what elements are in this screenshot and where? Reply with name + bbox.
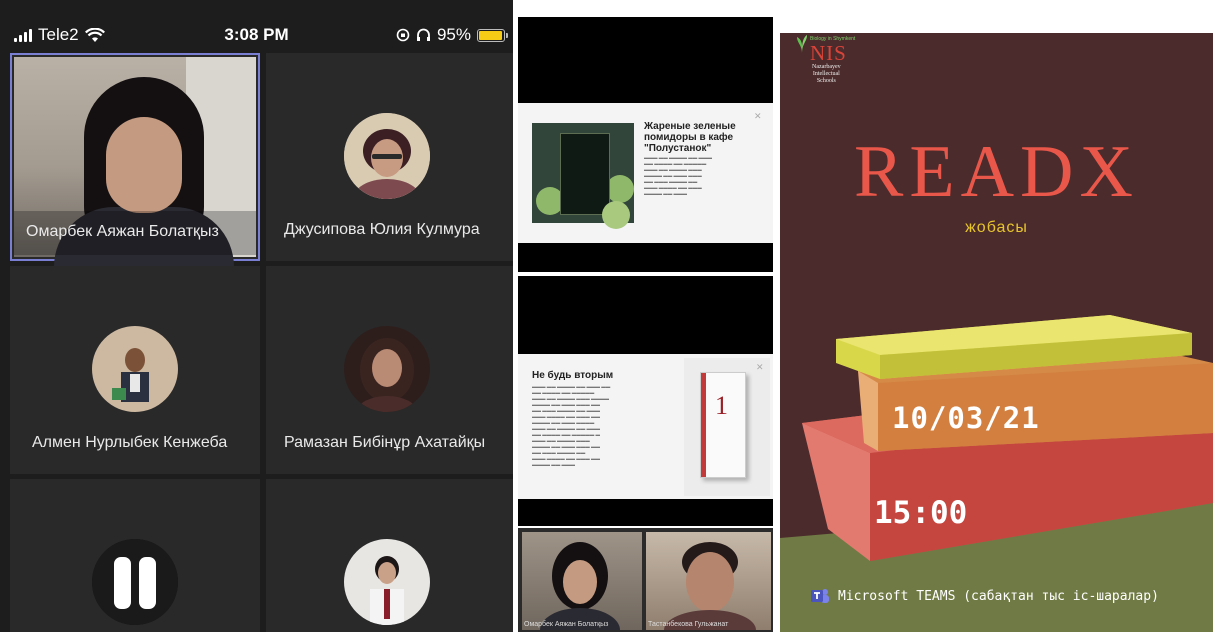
- book-image: 1: [684, 358, 770, 496]
- slide-title: Жареные зеленые помидоры в кафе "Полуста…: [644, 121, 736, 154]
- participant-tile[interactable]: Джусипова Юлия Кулмура: [266, 53, 513, 261]
- status-icons: 95%: [396, 25, 508, 45]
- poster-background: Biology in Shymkent NIS Nazarbayev Intel…: [780, 33, 1213, 632]
- close-icon[interactable]: ✕: [754, 111, 762, 122]
- shared-content-column: Жареные зеленые помидоры в кафе "Полуста…: [518, 0, 773, 632]
- participant-name: Алмен Нурлыбек Кенжеба: [32, 434, 228, 451]
- participant-tile[interactable]: Рамазан Бибінұр Ахатайқы: [266, 266, 513, 474]
- book-slide[interactable]: Не будь вторым ▬▬▬ ▬▬ ▬▬▬▬ ▬▬ ▬▬▬ ▬▬ ▬▬ ▬…: [518, 354, 773, 499]
- event-date: 10/03/21: [892, 401, 1040, 435]
- platform-line: Microsoft TEAMS (сабақтан тыс іс-шаралар…: [810, 586, 1159, 606]
- slide-body: ▬▬▬ ▬▬ ▬▬▬▬ ▬▬ ▬▬▬ ▬▬ ▬▬ ▬▬▬▬ ▬▬ ▬▬▬▬▬ ▬▬▬…: [532, 384, 611, 467]
- participant-tile[interactable]: [266, 479, 513, 632]
- teams-icon: [811, 589, 829, 603]
- slide-title: Не будь вторым: [532, 370, 614, 381]
- participant-name: Омарбек Аяжан Болатқыз: [26, 223, 219, 240]
- battery-fill: [479, 30, 502, 40]
- close-icon[interactable]: ✕: [756, 362, 764, 373]
- book-cover-number: 1: [715, 391, 728, 420]
- book-image: [532, 123, 634, 229]
- book-stack-illustration: [780, 315, 1213, 632]
- book-slide[interactable]: Жареные зеленые помидоры в кафе "Полуста…: [518, 103, 773, 243]
- headphones-icon: [416, 28, 430, 41]
- avatar: [92, 326, 178, 412]
- avatar: [92, 539, 178, 625]
- avatar: [344, 326, 430, 412]
- battery-percent: 95%: [436, 25, 471, 44]
- avatar: [344, 113, 430, 199]
- participant-name: Джусипова Юлия Кулмура: [284, 221, 480, 238]
- participant-tile[interactable]: [10, 479, 260, 632]
- event-poster: Biology in Shymkent NIS Nazarbayev Intel…: [780, 0, 1213, 632]
- participant-tile[interactable]: Омарбек Аяжан Болатқыз: [10, 53, 260, 267]
- video-thumbnails: Омарбек Аяжан Болатқыз Тастанбекова Гуль…: [518, 528, 773, 632]
- slide-body: ▬▬▬ ▬▬ ▬▬▬▬ ▬▬ ▬▬▬ ▬▬ ▬▬▬▬ ▬▬ ▬▬▬▬▬ ▬▬▬ ▬▬…: [644, 155, 713, 196]
- battery-icon: [477, 28, 508, 42]
- thumbnail-name: Омарбек Аяжан Болатқыз: [524, 621, 609, 628]
- platform-text: Microsoft TEAMS (сабақтан тыс іс-шаралар…: [838, 588, 1159, 604]
- thumbnail-video[interactable]: Омарбек Аяжан Болатқыз: [522, 532, 642, 632]
- thumbnail-name: Тастанбекова Гульжанат: [648, 621, 729, 628]
- rotation-lock-icon: [396, 28, 410, 42]
- teams-call-screen: Tele2 3:08 PM 95% Омарбек Аяжан Болатқыз…: [0, 0, 513, 632]
- participant-tile[interactable]: Алмен Нурлыбек Кенжеба: [10, 266, 260, 474]
- participant-name: Рамазан Бибінұр Ахатайқы: [284, 434, 486, 451]
- thumbnail-video[interactable]: Тастанбекова Гульжанат: [646, 532, 771, 632]
- event-time: 15:00: [874, 495, 968, 531]
- status-bar: Tele2 3:08 PM 95%: [0, 18, 513, 54]
- avatar: [344, 539, 430, 625]
